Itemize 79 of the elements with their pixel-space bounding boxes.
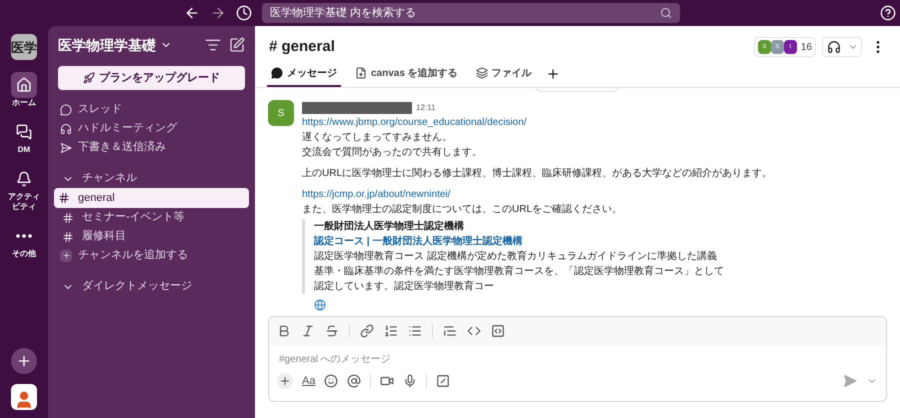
rail-item[interactable]: アクティビティ [2,166,46,211]
add-button[interactable] [277,373,293,390]
message-text: また、医学物理士の認定制度については、このURLをご確認ください。 [302,202,624,217]
activity-icon [16,171,32,188]
attachment-link[interactable]: 認定コース | 一般財団法人医学物理士認定機構 [314,234,522,249]
microphone-icon[interactable] [403,374,418,388]
message-text: 上のURLに医学物理士に関わる修士課程、博士課程、臨床研修課程、がある大学などの紹介があります。 [302,166,772,181]
channel-item[interactable]: 履修科目 [58,227,245,246]
channel-tab[interactable]: ファイル [472,61,536,87]
help-icon[interactable] [880,5,896,21]
sidebar-item[interactable]: 下書き＆送信済み [58,138,245,157]
rocket-icon [83,72,95,84]
message-time[interactable]: 12:11 [416,100,436,115]
canvas-icon [355,67,367,79]
hash-icon [62,212,74,224]
user-avatar[interactable] [11,384,37,410]
message-composer[interactable]: #general へのメッセージ Aa [268,316,887,402]
message-link[interactable]: https://www.jbmp.org/course_educational/decision/ [302,115,527,130]
message-input[interactable]: #general へのメッセージ [279,352,876,366]
home-icon [16,77,32,93]
channel-item[interactable]: general [54,188,249,208]
channel-tab[interactable]: canvas を追加する [351,61,462,87]
add-workspace-button[interactable] [11,348,37,374]
dm-icon [16,124,32,140]
plus-icon [16,353,32,369]
back-icon[interactable] [184,5,200,21]
sidebar-item[interactable]: スレッド [58,100,245,119]
format-toggle[interactable]: Aa [302,373,316,390]
plus-icon [60,250,72,262]
files-icon [476,67,488,79]
more-icon [16,234,32,238]
channel-item[interactable]: セミナー-イベント等 [58,208,245,227]
huddle-button[interactable] [822,37,862,57]
italic-icon[interactable] [301,324,315,338]
hash-icon [58,192,70,204]
workspace-name[interactable]: 医学物理学基礎 [58,34,156,56]
sender-avatar: S [268,100,294,126]
sidebar-item[interactable]: ハドルミーティング [58,119,245,138]
compose-icon[interactable] [229,37,245,53]
link-icon[interactable] [360,324,374,338]
attachment-site: 一般財団法人医学物理士認定機構 [314,219,465,234]
rail-item[interactable]: ホーム [2,72,46,108]
forward-icon[interactable] [210,5,226,21]
strikethrough-icon[interactable] [325,324,339,338]
message-text: 遅くなってしまってすみません。 [302,131,453,145]
channel-tab[interactable]: メッセージ [267,61,341,87]
search-icon [660,7,672,19]
messages-icon [271,67,283,79]
code-block-icon[interactable] [491,324,505,338]
threads-icon [60,104,72,116]
shortcut-icon[interactable] [436,374,450,388]
add-tab-icon[interactable] [546,67,560,81]
bold-icon[interactable] [277,324,291,338]
numbered-list-icon[interactable] [384,324,398,338]
code-icon[interactable] [467,324,481,338]
workspace-icon[interactable]: 医学 [11,34,37,60]
history-icon[interactable] [236,5,252,21]
upgrade-button[interactable]: プランをアップグレード [58,66,245,90]
rail-item[interactable]: その他 [2,222,46,258]
section-header[interactable]: チャンネル [58,169,245,188]
channel-title[interactable]: # general [269,36,335,58]
message-text: 交流会で質問があったので共有します。 [302,146,483,160]
huddles-icon [60,122,72,134]
plus-icon [279,375,291,388]
section-header[interactable]: ダイレクトメッセージ [58,277,245,296]
rail-item[interactable]: DM [2,119,46,154]
quote-icon[interactable] [443,324,457,338]
headphones-icon [826,40,840,54]
add-channel-item[interactable]: チャンネルを追加する [58,246,245,265]
drafts-icon [60,142,72,154]
attachment-description: 認定医学物理教育コース 認定機構が定めた教育カリキュラムガイドラインに準拠した講義 基準・臨床基準の条件を満たす医学物理教育コースを、「認定医学物理教育コース」として 認定しています。認定医学物理教育コー [314,250,725,294]
hash-icon [62,230,74,242]
bulleted-list-icon[interactable] [408,324,422,338]
mention-icon[interactable] [347,374,362,388]
message-link[interactable]: https://jcmp.or.jp/about/newnintei/ [302,187,450,202]
emoji-icon[interactable] [324,374,338,388]
search-field[interactable]: 医学物理学基礎 内を検索する [262,3,680,23]
filter-icon[interactable] [205,37,221,53]
globe-icon [314,299,326,311]
